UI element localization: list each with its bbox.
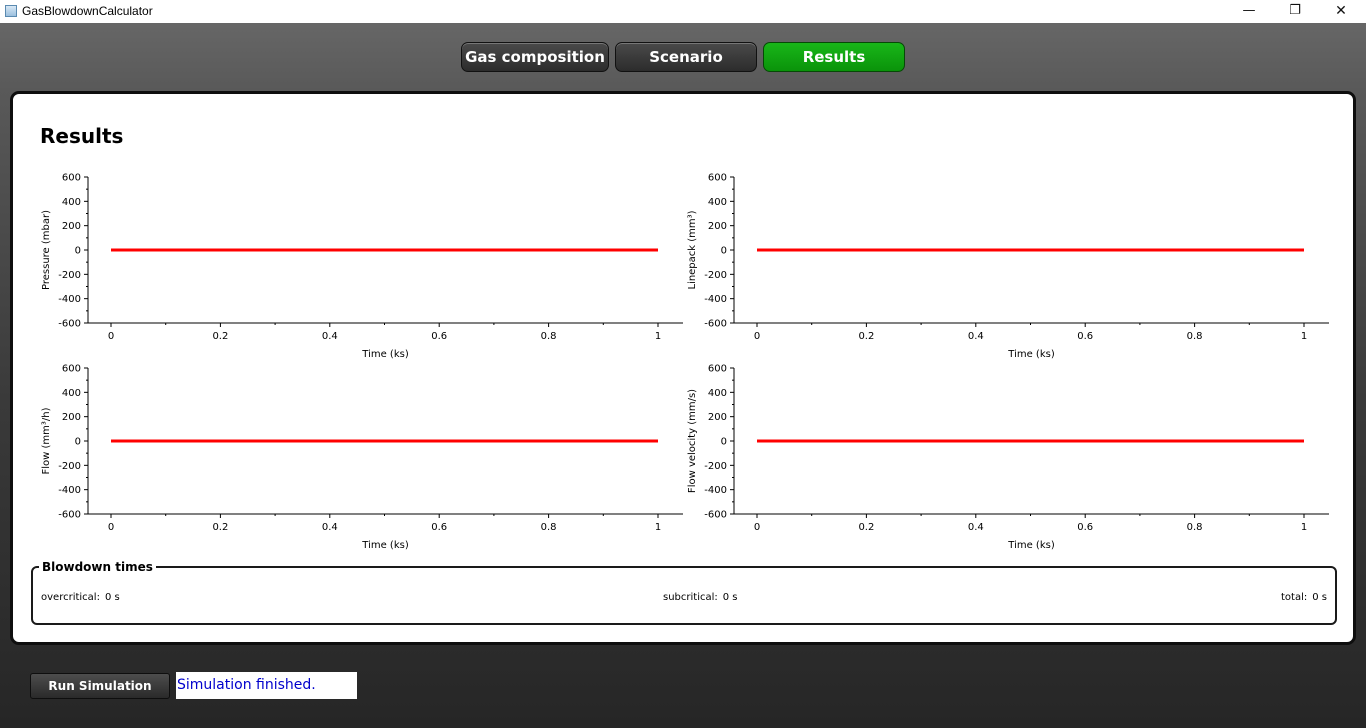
x-tick-label: 0.6 — [431, 331, 447, 342]
x-tick-label: 0.2 — [212, 331, 228, 342]
flow-velocity-chart: 600 400 200 0 -200 -400 -600 0 0.2 0.4 0.6 0.8 1 Time… — [679, 363, 1329, 553]
y-tick-label: 0 — [721, 246, 727, 257]
y-tick-label: 200 — [708, 412, 727, 423]
y-tick-label: 200 — [62, 412, 81, 423]
y-tick-label: 400 — [62, 197, 81, 208]
x-tick-label: 0.2 — [212, 522, 228, 533]
y-tick-label: -600 — [704, 319, 727, 330]
x-tick-label: 0.4 — [322, 522, 338, 533]
app-icon — [5, 5, 17, 17]
subcritical-field: subcritical: 0 s — [663, 592, 738, 603]
y-tick-label: 0 — [75, 437, 81, 448]
subcritical-label: subcritical: — [663, 592, 718, 603]
x-tick-label: 1 — [655, 522, 661, 533]
linepack-chart: 600 400 200 0 -200 -400 -600 0 0.2 0.4 0.6 0.8 1 Time… — [679, 172, 1329, 362]
y-tick-label: -600 — [58, 510, 81, 521]
subcritical-value: 0 s — [722, 592, 738, 603]
blowdown-times-title: Blowdown times — [39, 560, 156, 574]
overcritical-value: 0 s — [104, 592, 120, 603]
results-panel: Results 600 400 200 0 -200 -400 -600 0 0.2 0.4 0.6… — [10, 91, 1356, 645]
minimize-button[interactable]: — — [1226, 0, 1272, 23]
x-tick-label: 0.8 — [1187, 331, 1203, 342]
x-tick-label: 0 — [108, 522, 114, 533]
y-tick-label: -200 — [58, 270, 81, 281]
x-axis-label: Time (ks) — [1007, 349, 1055, 360]
x-tick-label: 0.8 — [1187, 522, 1203, 533]
chart-svg-linepack: 600 400 200 0 -200 -400 -600 0 0.2 0.4 0.6 0.8 1 Time… — [687, 173, 1329, 360]
y-tick-label: 400 — [62, 388, 81, 399]
x-tick-label: 0 — [108, 331, 114, 342]
x-axis-label: Time (ks) — [361, 349, 409, 360]
y-tick-label: 200 — [708, 221, 727, 232]
title-bar: GasBlowdownCalculator — ❐ ✕ — [0, 0, 1366, 23]
x-tick-label: 0.8 — [541, 522, 557, 533]
y-tick-label: -600 — [58, 319, 81, 330]
overcritical-label: overcritical: — [41, 592, 100, 603]
total-value: 0 s — [1312, 592, 1327, 603]
x-tick-label: 0.4 — [968, 522, 984, 533]
maximize-button[interactable]: ❐ — [1272, 0, 1318, 23]
x-tick-label: 0 — [754, 522, 760, 533]
pressure-chart: 600 400 200 0 -200 -400 -600 0 0.2 0.4 0.6 0.8 1 Time… — [33, 172, 683, 362]
x-tick-label: 0.8 — [541, 331, 557, 342]
y-axis-label: Linepack (mm³) — [687, 210, 698, 289]
y-tick-label: 200 — [62, 221, 81, 232]
y-tick-label: 600 — [708, 173, 727, 184]
y-tick-label: -400 — [58, 485, 81, 496]
x-tick-label: 0.2 — [858, 331, 874, 342]
chart-svg-flow-velocity: 600 400 200 0 -200 -400 -600 0 0.2 0.4 0.6 0.8 1 Time… — [687, 364, 1329, 551]
y-tick-label: -200 — [704, 461, 727, 472]
y-tick-label: 600 — [62, 364, 81, 375]
y-tick-label: -400 — [704, 294, 727, 305]
chart-svg-flow: 600 400 200 0 -200 -400 -600 0 0.2 0.4 0.6 0.8 1 Time… — [41, 364, 683, 551]
y-tick-label: 0 — [721, 437, 727, 448]
tab-scenario[interactable]: Scenario — [615, 42, 757, 72]
blowdown-times-group: Blowdown times overcritical: 0 s subcriti… — [31, 560, 1337, 625]
flow-chart: 600 400 200 0 -200 -400 -600 0 0.2 0.4 0.6 0.8 1 Time… — [33, 363, 683, 553]
x-tick-label: 1 — [1301, 331, 1307, 342]
x-tick-label: 0 — [754, 331, 760, 342]
total-label: total: — [1280, 592, 1308, 603]
x-tick-label: 0.4 — [322, 331, 338, 342]
total-field: total: 0 s — [1281, 592, 1327, 603]
x-tick-label: 0.6 — [1077, 522, 1093, 533]
y-tick-label: -200 — [704, 270, 727, 281]
y-tick-label: 0 — [75, 246, 81, 257]
chart-svg-pressure: 600 400 200 0 -200 -400 -600 0 0.2 0.4 0.6 0.8 1 Time… — [41, 173, 683, 360]
y-axis-label: Flow velocity (mm/s) — [687, 389, 698, 493]
x-tick-label: 0.2 — [858, 522, 874, 533]
x-tick-label: 1 — [655, 331, 661, 342]
y-tick-label: -400 — [58, 294, 81, 305]
x-tick-label: 0.6 — [1077, 331, 1093, 342]
x-tick-label: 0.6 — [431, 522, 447, 533]
run-simulation-button[interactable]: Run Simulation — [30, 673, 170, 699]
window-title: GasBlowdownCalculator — [22, 4, 153, 18]
y-tick-label: -400 — [704, 485, 727, 496]
y-tick-label: 600 — [62, 173, 81, 184]
y-tick-label: 600 — [708, 364, 727, 375]
tab-gas-composition[interactable]: Gas composition — [461, 42, 609, 72]
y-tick-label: -200 — [58, 461, 81, 472]
y-tick-label: 400 — [708, 197, 727, 208]
y-tick-label: 400 — [708, 388, 727, 399]
y-axis-label: Flow (mm³/h) — [41, 407, 52, 474]
x-tick-label: 0.4 — [968, 331, 984, 342]
y-tick-label: -600 — [704, 510, 727, 521]
close-button[interactable]: ✕ — [1318, 0, 1364, 23]
page-title: Results — [40, 124, 124, 148]
y-axis-label: Pressure (mbar) — [41, 210, 52, 290]
overcritical-field: overcritical: 0 s — [41, 592, 120, 603]
tab-results[interactable]: Results — [763, 42, 905, 72]
status-field: Simulation finished. — [176, 672, 357, 699]
x-tick-label: 1 — [1301, 522, 1307, 533]
x-axis-label: Time (ks) — [361, 540, 409, 551]
x-axis-label: Time (ks) — [1007, 540, 1055, 551]
